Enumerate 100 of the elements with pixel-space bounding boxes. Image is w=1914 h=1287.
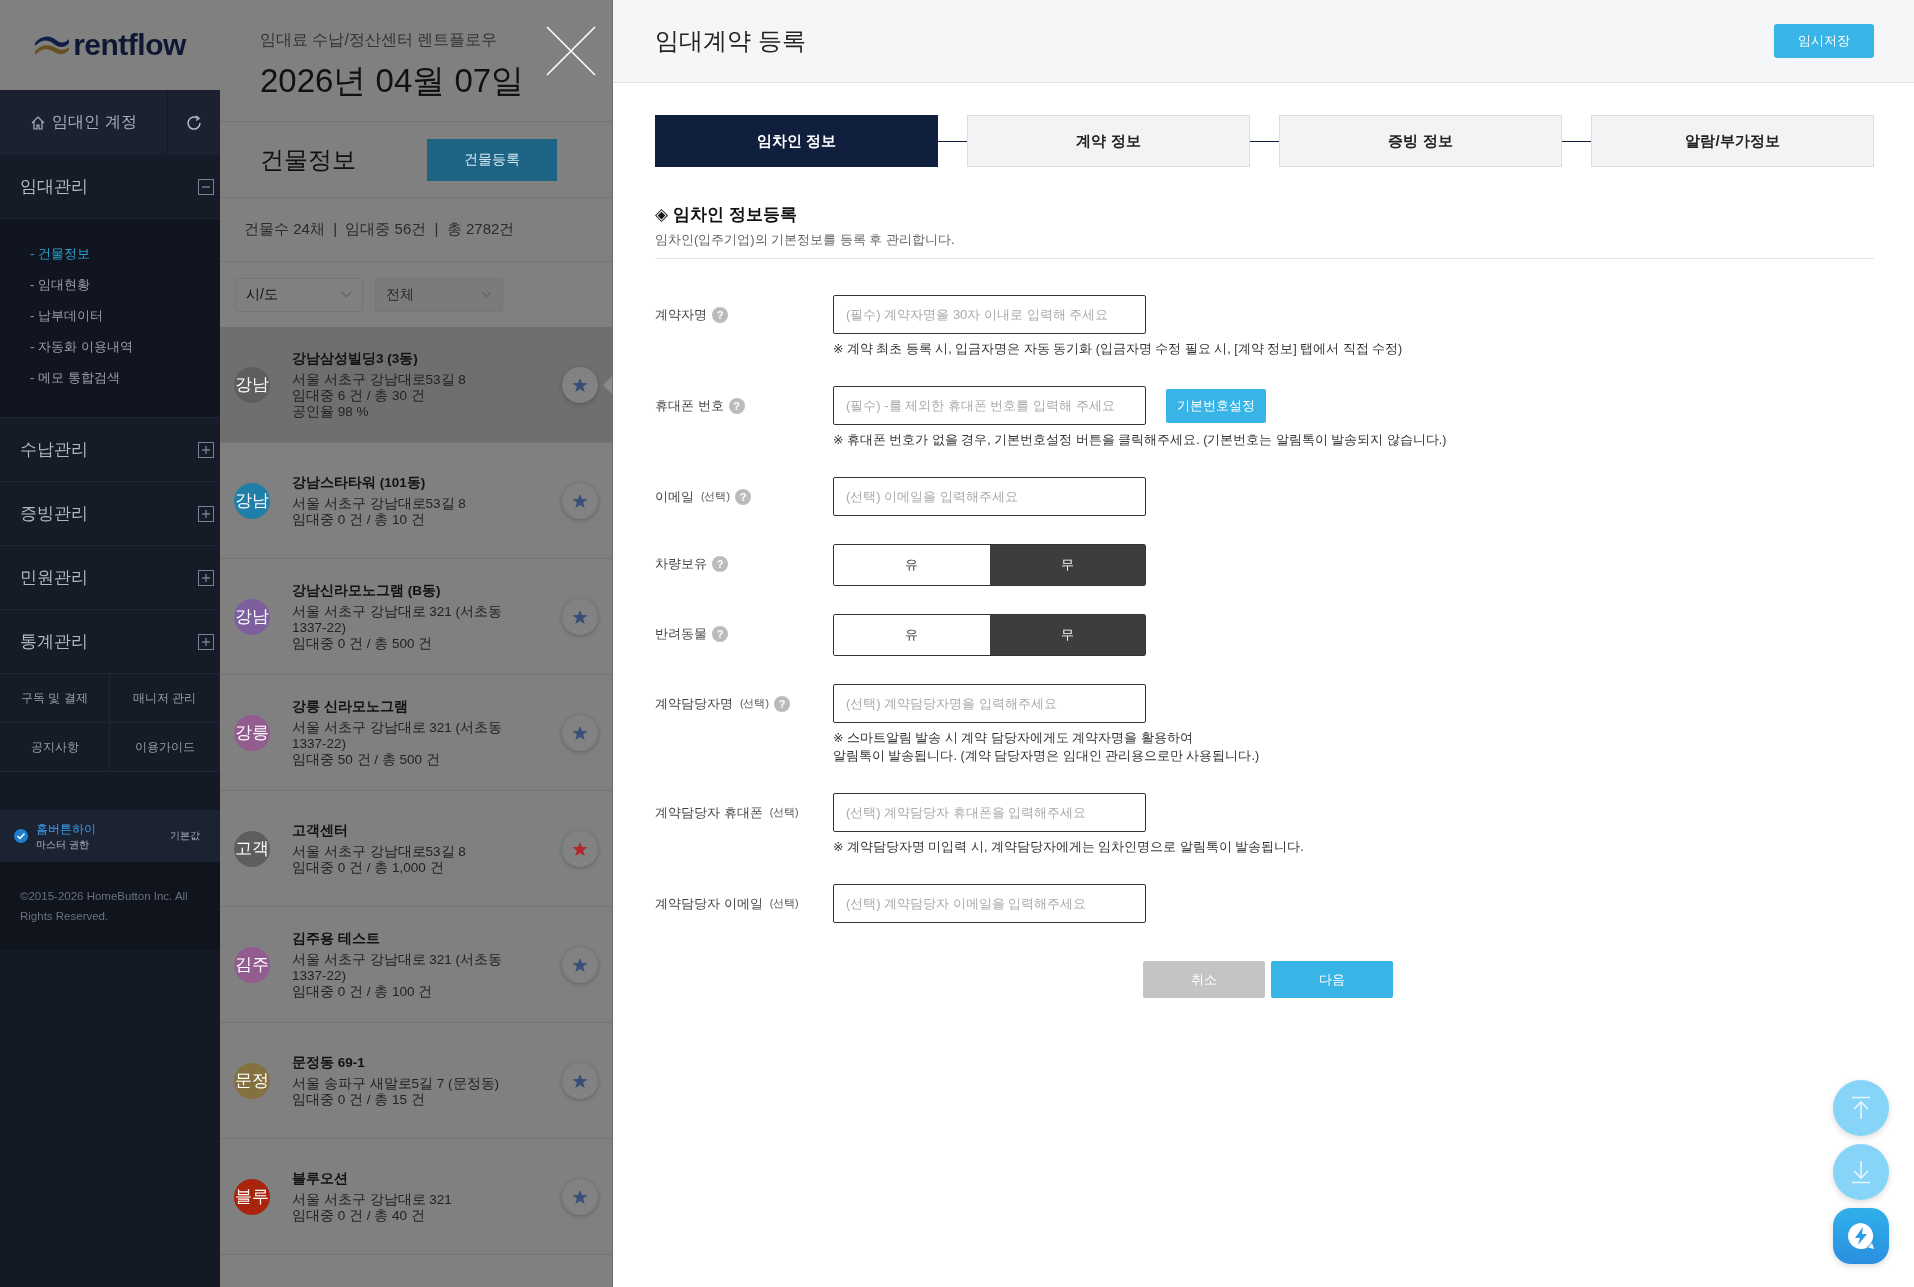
building-item[interactable]: 김주 김주용 테스트 서울 서초구 강남대로 321 (서초동 1337-22) 임대중 0 건 / 총 100 건 xyxy=(220,907,612,1023)
favorite-button[interactable] xyxy=(562,714,598,751)
input-field[interactable]: (선택) 계약담당자 휴대폰을 입력해주세요 xyxy=(833,793,1146,832)
building-item[interactable]: 블루 블루오션 서울 서초구 강남대로 321 임대중 0 건 / 총 40 건 xyxy=(220,1139,612,1255)
menu-label: 증빙관리 xyxy=(20,503,88,525)
input-field[interactable]: (필수) -를 제외한 휴대폰 번호를 입력해 주세요 xyxy=(833,386,1146,425)
expand-icon[interactable] xyxy=(198,569,214,586)
optional-label: (선택) xyxy=(740,696,769,711)
expand-icon[interactable] xyxy=(198,441,214,458)
field-label: 이메일 xyxy=(655,487,694,506)
step-tab[interactable]: 임차인 정보 xyxy=(655,115,938,167)
input-field[interactable]: (선택) 계약담당자명을 입력해주세요 xyxy=(833,684,1146,723)
building-item[interactable]: 고객 고객센터 서울 서초구 강남대로53길 8 임대중 0 건 / 총 1,000 건 xyxy=(220,791,612,907)
favorite-button[interactable] xyxy=(562,830,598,867)
building-detail: 서울 서초구 강남대로 321 (서초동 1337-22) xyxy=(292,719,504,752)
copyright-text: ©2015-2026 HomeButton Inc. All Rights Reserved. xyxy=(20,890,188,922)
favorite-button[interactable] xyxy=(562,1062,598,1099)
field-note: ※ 휴대폰 번호가 없을 경우, 기본번호설정 버튼을 클릭해주세요. (기본번호는 알림톡이 발송되지 않습니다.) xyxy=(833,432,1447,449)
chat-button[interactable] xyxy=(1833,1208,1889,1264)
input-field[interactable]: (선택) 계약담당자 이메일을 입력해주세요 xyxy=(833,884,1146,923)
expand-icon[interactable] xyxy=(198,633,214,650)
quick-link[interactable]: 구독 및 결제 xyxy=(0,674,110,723)
submenu-item[interactable]: - 납부데이터 xyxy=(30,307,103,325)
building-item[interactable]: 강남 강남신라모노그램 (B동) 서울 서초구 강남대로 321 (서초동 1337-22) 임대중 0 건 / 총 500 건 xyxy=(220,559,612,675)
building-item[interactable]: 문정 문정동 69-1 서울 송파구 새말로5길 7 (문정동) 임대중 0 건 / 총 15 건 xyxy=(220,1023,612,1139)
field-note: ※ 계약 최초 등록 시, 입금자명은 자동 동기화 (입금자명 수정 필요 시, [계약 정보] 탭에서 직접 수정) xyxy=(833,341,1403,358)
section-title: ◈ 임차인 정보등록 xyxy=(655,204,798,226)
toggle-option[interactable]: 무 xyxy=(989,545,1145,585)
submenu-item[interactable]: - 임대현황 xyxy=(30,276,90,294)
scroll-to-top-button[interactable] xyxy=(1833,1080,1889,1136)
building-item[interactable]: 강남 강남스타타워 (101동) 서울 서초구 강남대로53길 8 임대중 0 건 / 총 10 건 xyxy=(220,443,612,559)
step-tab[interactable]: 증빙 정보 xyxy=(1279,115,1562,167)
building-name: 강남삼성빌딩3 (3동) xyxy=(292,349,418,368)
modal-title: 임대계약 등록 xyxy=(655,26,806,56)
building-detail: 임대중 0 건 / 총 10 건 xyxy=(292,511,425,528)
field-label: 차량보유 xyxy=(655,554,707,573)
toggle-option[interactable]: 무 xyxy=(989,615,1145,655)
optional-label: (선택) xyxy=(769,805,799,820)
user-name: 홈버튼하이 xyxy=(36,820,97,838)
filter-dropdown[interactable]: 전체 xyxy=(375,277,503,312)
favorite-button[interactable] xyxy=(562,598,598,635)
input-field[interactable]: (필수) 계약자명을 30자 이내로 입력해 주세요 xyxy=(833,295,1146,334)
building-name: 강남신라모노그램 (B동) xyxy=(292,581,441,600)
building-item[interactable]: 강남 강남삼성빌딩3 (3동) 서울 서초구 강남대로53길 8 임대중 6 건 / 총 30 건 공인율 98 % xyxy=(220,327,612,443)
building-name: 블루오션 xyxy=(292,1169,348,1188)
home-icon xyxy=(30,114,47,131)
favorite-button[interactable] xyxy=(562,946,598,983)
submenu-item[interactable]: - 건물정보 xyxy=(30,245,90,263)
default-label: 기본값 xyxy=(170,829,200,843)
close-icon[interactable] xyxy=(546,26,596,76)
building-detail: 서울 서초구 강남대로 321 (서초동 1337-22) xyxy=(292,603,504,636)
arrow-up-icon xyxy=(1850,1096,1872,1120)
step-tab[interactable]: 계약 정보 xyxy=(967,115,1250,167)
field-label: 반려동물 xyxy=(655,624,707,643)
building-detail: 임대중 6 건 / 총 30 건 xyxy=(292,387,425,404)
building-avatar: 강남 xyxy=(234,598,270,635)
building-detail: 서울 서초구 강남대로53길 8 xyxy=(292,843,466,860)
section-description: 임차인(입주기업)의 기본정보를 등록 후 관리합니다. xyxy=(655,231,956,249)
building-detail: 서울 송파구 새말로5길 7 (문정동) xyxy=(292,1075,499,1092)
refresh-icon[interactable] xyxy=(185,113,203,132)
optional-label: (선택) xyxy=(701,489,730,504)
field-label: 계약담당자 이메일 xyxy=(655,894,763,913)
building-name: 강남스타타워 (101동) xyxy=(292,473,426,492)
building-name: 김주용 테스트 xyxy=(292,929,380,948)
register-building-button[interactable]: 건물등록 xyxy=(427,138,557,181)
submenu-item[interactable]: - 자동화 이용내역 xyxy=(30,338,133,356)
favorite-button[interactable] xyxy=(562,366,598,403)
menu-label: 임대관리 xyxy=(20,176,88,198)
building-detail: 서울 서초구 강남대로53길 8 xyxy=(292,495,466,512)
building-avatar: 블루 xyxy=(234,1178,270,1215)
favorite-button[interactable] xyxy=(562,1178,598,1215)
building-detail: 임대중 50 건 / 총 500 건 xyxy=(292,751,440,768)
building-avatar: 고객 xyxy=(234,830,270,867)
lightning-chat-icon xyxy=(1846,1221,1876,1251)
menu-label: 수납관리 xyxy=(20,439,88,461)
building-name: 강릉 신라모노그램 xyxy=(292,697,408,716)
user-role: 마스터 권한 xyxy=(36,837,90,852)
wave-logo-icon xyxy=(34,34,71,56)
expand-icon[interactable] xyxy=(198,505,214,522)
scroll-to-bottom-button[interactable] xyxy=(1833,1144,1889,1200)
collapse-icon[interactable] xyxy=(198,178,214,195)
building-name: 고객센터 xyxy=(292,821,348,840)
building-item[interactable]: 강릉 강릉 신라모노그램 서울 서초구 강남대로 321 (서초동 1337-22) 임대중 50 건 / 총 500 건 xyxy=(220,675,612,791)
favorite-button[interactable] xyxy=(562,482,598,519)
building-detail: 임대중 0 건 / 총 500 건 xyxy=(292,635,433,652)
step-tab[interactable]: 알람/부가정보 xyxy=(1591,115,1874,167)
field-note: ※ 스마트알림 발송 시 계약 담당자에게도 계약자명을 활용하여 알림톡이 발송됩니다. (계약 담당자명은 임대인 관리용으로만 사용됩니다.) xyxy=(833,730,1260,765)
panel-title: 건물정보 xyxy=(260,144,356,175)
building-detail: 임대중 0 건 / 총 1,000 건 xyxy=(292,859,444,876)
field-label: 휴대폰 번호 xyxy=(655,396,724,415)
building-detail: 공인율 98 % xyxy=(292,403,369,420)
building-detail: 임대중 0 건 / 총 100 건 xyxy=(292,983,433,1000)
submenu-item[interactable]: - 메모 통합검색 xyxy=(30,369,120,387)
logo-text: rentflow xyxy=(73,28,186,62)
user-row[interactable]: 홈버튼하이 마스터 권한 기본값 xyxy=(0,810,220,862)
optional-label: (선택) xyxy=(769,896,799,911)
building-detail: 임대중 0 건 / 총 15 건 xyxy=(292,1091,425,1108)
filter-dropdown[interactable]: 시/도 xyxy=(235,277,363,312)
building-avatar: 강남 xyxy=(234,482,270,519)
input-field[interactable]: (선택) 이메일을 입력해주세요 xyxy=(833,477,1146,516)
